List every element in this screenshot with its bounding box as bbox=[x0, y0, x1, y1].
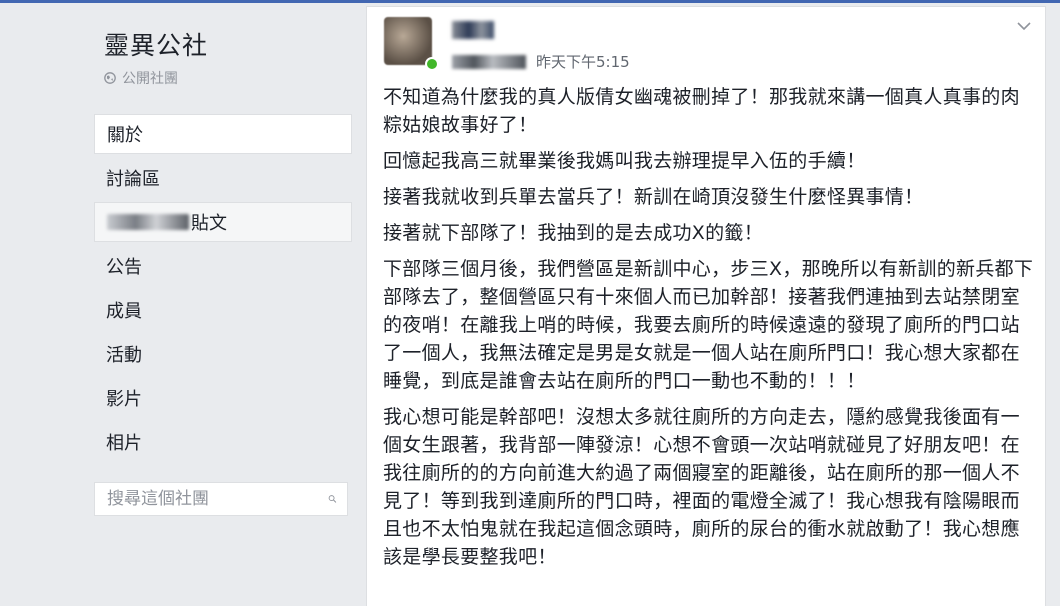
globe-icon bbox=[104, 72, 116, 84]
group-sidebar: 靈異公社 公開社團 關於 討論區 貼文 公告 成員 活動 影片 相片 bbox=[94, 14, 352, 516]
nav-item-discussion[interactable]: 討論區 bbox=[94, 158, 352, 198]
nav-item-members[interactable]: 成員 bbox=[94, 290, 352, 330]
nav-item-posts[interactable]: 貼文 bbox=[94, 202, 352, 242]
redacted-username bbox=[107, 214, 189, 230]
group-name[interactable]: 靈異公社 bbox=[104, 26, 352, 62]
top-bar bbox=[0, 0, 1060, 3]
group-nav: 關於 討論區 貼文 公告 成員 活動 影片 相片 bbox=[94, 114, 352, 462]
post-card: 昨天下午5:15 不知道為什麼我的真人版倩女幽魂被刪掉了！那我就來講一個真人真事… bbox=[366, 6, 1046, 606]
post-paragraph: 接著就下部隊了！我抽到的是去成功X的籤！ bbox=[383, 222, 764, 244]
group-privacy-label: 公開社團 bbox=[122, 71, 178, 87]
nav-item-announcements[interactable]: 公告 bbox=[94, 246, 352, 286]
online-status-dot bbox=[425, 57, 439, 71]
nav-item-events[interactable]: 活動 bbox=[94, 334, 352, 374]
group-search-box bbox=[94, 482, 348, 516]
author-avatar[interactable] bbox=[384, 17, 432, 65]
redacted-meta bbox=[452, 54, 526, 69]
group-search-input[interactable] bbox=[95, 488, 328, 510]
post-paragraph: 下部隊三個月後，我們營區是新訓中心，步三X，那晚所以有新訓的新兵都下部隊去了，整… bbox=[383, 258, 1034, 392]
nav-item-about[interactable]: 關於 bbox=[94, 114, 352, 154]
group-privacy: 公開社團 bbox=[104, 68, 352, 88]
post-body: 不知道為什麼我的真人版倩女幽魂被刪掉了！那我就來講一個真人真事的肉粽姑娘故事好了… bbox=[383, 83, 1037, 579]
chevron-down-icon[interactable] bbox=[1017, 21, 1031, 31]
post-paragraph: 回憶起我高三就畢業後我媽叫我去辦理提早入伍的手續！ bbox=[383, 150, 866, 172]
author-name-redacted[interactable] bbox=[452, 21, 494, 39]
post-timestamp[interactable]: 昨天下午5:15 bbox=[536, 51, 630, 72]
post-paragraph: 接著我就收到兵單去當兵了！新訓在崎頂沒發生什麼怪異事情！ bbox=[383, 186, 924, 208]
search-icon[interactable] bbox=[328, 489, 337, 509]
post-paragraph: 我心想可能是幹部吧！沒想太多就往廁所的方向走去，隱約感覺我後面有一個女生跟著，我… bbox=[383, 406, 1020, 568]
post-meta: 昨天下午5:15 bbox=[452, 51, 630, 72]
nav-item-photos[interactable]: 相片 bbox=[94, 422, 352, 462]
post-paragraph: 不知道為什麼我的真人版倩女幽魂被刪掉了！那我就來講一個真人真事的肉粽姑娘故事好了… bbox=[383, 86, 1020, 136]
nav-item-videos[interactable]: 影片 bbox=[94, 378, 352, 418]
